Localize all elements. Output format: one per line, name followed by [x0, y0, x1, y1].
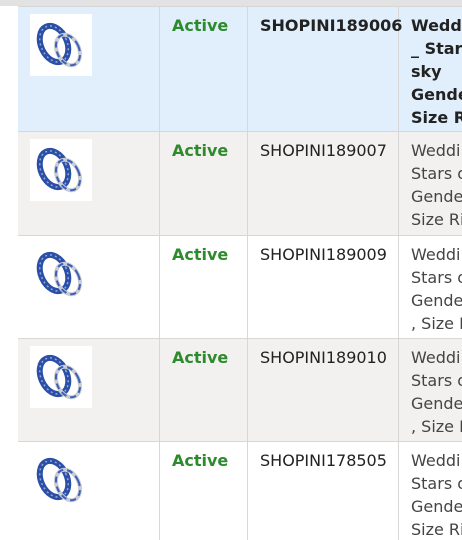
sku-cell: SHOPINI189006 — [248, 7, 403, 132]
title-line: Weddi — [411, 451, 461, 470]
status-cell: Active — [160, 236, 248, 339]
title-line: Stars o — [411, 164, 462, 183]
ring-pair-icon — [30, 243, 92, 305]
title-line: Stars o — [411, 371, 462, 390]
thumbnail-cell — [18, 7, 160, 132]
sku-cell: SHOPINI178505 — [248, 442, 399, 540]
title-cell: Weddi Stars o Gende , Size R — [399, 236, 462, 339]
title-cell: Weddi Stars o Gende Size Ri — [399, 132, 462, 236]
thumbnail-cell — [18, 442, 160, 540]
thumbnail-cell — [18, 339, 160, 442]
ring-pair-icon — [30, 14, 92, 76]
title-line: Weddi — [411, 245, 461, 264]
sku-text: SHOPINI189010 — [260, 348, 387, 367]
status-badge: Active — [172, 16, 229, 35]
table-row[interactable]: Active SHOPINI189009 Weddi Stars o Gende… — [18, 235, 462, 339]
status-badge: Active — [172, 451, 229, 470]
product-thumbnail[interactable] — [30, 14, 92, 76]
table-row[interactable]: Active SHOPINI178505 Weddi Stars o Gende… — [18, 441, 462, 540]
status-cell: Active — [160, 7, 248, 132]
sku-text: SHOPINI189007 — [260, 141, 387, 160]
title-cell: Weddi _ Stars sky Gende Size Ri — [399, 7, 462, 132]
status-badge: Active — [172, 141, 229, 160]
title-line: sky — [411, 62, 442, 81]
product-title[interactable]: Weddi Stars o Gende , Size R — [411, 243, 462, 335]
product-list-page: Active SHOPINI189006 Weddi _ Stars sky G… — [0, 0, 462, 540]
title-line: Size Ri — [411, 108, 462, 127]
product-thumbnail[interactable] — [30, 449, 92, 511]
product-thumbnail[interactable] — [30, 243, 92, 305]
title-line: Gende — [411, 85, 462, 104]
title-line: , Size R — [411, 417, 462, 436]
title-line: , Size R — [411, 314, 462, 333]
status-cell: Active — [160, 339, 248, 442]
ring-pair-icon — [30, 346, 92, 408]
status-badge: Active — [172, 245, 229, 264]
title-line: Weddi — [411, 141, 461, 160]
title-cell: Weddi Stars o Gende Size Ri — [399, 442, 462, 540]
left-margin — [0, 6, 18, 540]
status-badge: Active — [172, 348, 229, 367]
thumbnail-cell — [18, 236, 160, 339]
title-line: Gende — [411, 291, 462, 310]
title-line: Size Ri — [411, 520, 462, 539]
product-title[interactable]: Weddi Stars o Gende Size Ri — [411, 449, 462, 540]
sku-text: SHOPINI189009 — [260, 245, 387, 264]
status-cell: Active — [160, 442, 248, 540]
ring-pair-icon — [30, 449, 92, 511]
title-line: _ Stars — [411, 39, 462, 58]
title-line: Size Ri — [411, 210, 462, 229]
table-row[interactable]: Active SHOPINI189010 Weddi Stars o Gende… — [18, 338, 462, 442]
title-line: Weddi — [411, 348, 461, 367]
product-thumbnail[interactable] — [30, 139, 92, 201]
sku-cell: SHOPINI189007 — [248, 132, 399, 236]
title-line: Weddi — [411, 16, 462, 35]
product-title[interactable]: Weddi _ Stars sky Gende Size Ri — [411, 14, 462, 129]
sku-text: SHOPINI178505 — [260, 451, 387, 470]
title-line: Gende — [411, 394, 462, 413]
table-row[interactable]: Active SHOPINI189007 Weddi Stars o Gende… — [18, 131, 462, 236]
title-line: Gende — [411, 187, 462, 206]
title-line: Stars o — [411, 474, 462, 493]
product-thumbnail[interactable] — [30, 346, 92, 408]
status-cell: Active — [160, 132, 248, 236]
table-row[interactable]: Active SHOPINI189006 Weddi _ Stars sky G… — [18, 6, 462, 132]
sku-cell: SHOPINI189009 — [248, 236, 399, 339]
title-cell: Weddi Stars o Gende , Size R — [399, 339, 462, 442]
thumbnail-cell — [18, 132, 160, 236]
ring-pair-icon — [30, 139, 92, 201]
sku-text: SHOPINI189006 — [260, 16, 403, 35]
product-title[interactable]: Weddi Stars o Gende , Size R — [411, 346, 462, 438]
sku-cell: SHOPINI189010 — [248, 339, 399, 442]
product-title[interactable]: Weddi Stars o Gende Size Ri — [411, 139, 462, 231]
title-line: Gende — [411, 497, 462, 516]
title-line: Stars o — [411, 268, 462, 287]
